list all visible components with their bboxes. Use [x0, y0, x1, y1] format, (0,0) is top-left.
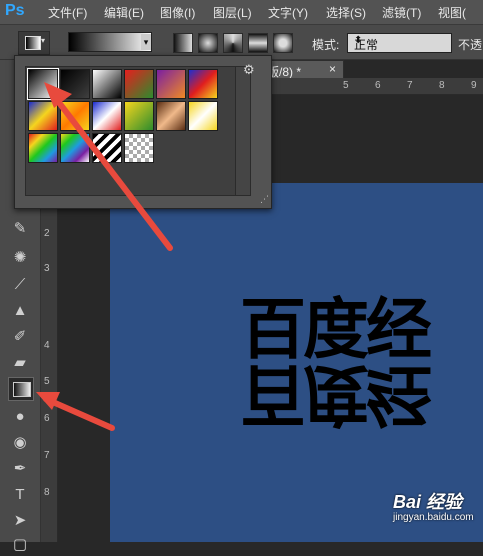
arrow-to-swatch: [44, 82, 173, 251]
arrow-to-gradient-tool: [36, 392, 115, 431]
annotation-arrows: [36, 82, 173, 431]
baidu-watermark-url: jingyan.baidu.com: [393, 512, 474, 523]
baidu-watermark-logo: Bai 经验: [393, 492, 463, 512]
